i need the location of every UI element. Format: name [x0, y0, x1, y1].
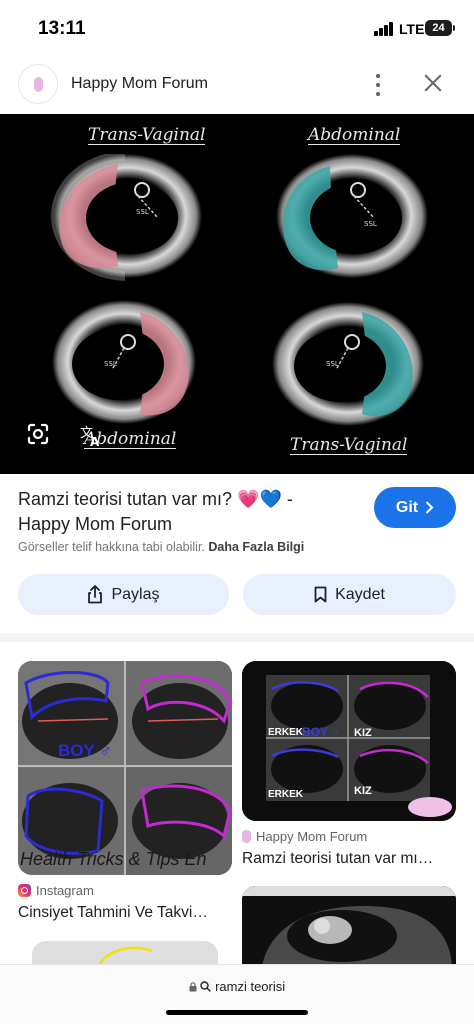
label-boy: BOY ♂	[302, 725, 341, 739]
related-image-1[interactable]: BOY ♂ Health Tricks & Tips En	[18, 661, 232, 875]
main-image[interactable]: SSL SSL SSL SSL Trans-Vaginal Abdominal …	[0, 114, 474, 474]
battery-tip	[453, 25, 455, 31]
network-type: LTE	[399, 21, 425, 37]
related-image-4-graphic	[242, 886, 456, 966]
site-logo-icon[interactable]	[18, 64, 58, 104]
bookmark-icon	[314, 586, 327, 603]
label-kiz-2: KIZ	[354, 785, 372, 797]
related-title-1[interactable]: Cinsiyet Tahmini Ve Takvi…	[18, 904, 208, 922]
url-bar[interactable]: ramzi teorisi	[0, 979, 474, 994]
svg-text:SSL: SSL	[326, 360, 339, 368]
signal-icon	[374, 22, 394, 36]
url-text: ramzi teorisi	[215, 979, 286, 994]
related-source-2-name: Happy Mom Forum	[256, 829, 368, 844]
label-kiz-1: KIZ	[354, 727, 372, 739]
section-divider	[0, 633, 474, 642]
label-erkek-1: ERKEK	[268, 727, 304, 738]
visit-button[interactable]: Git	[374, 487, 456, 528]
related-source-2: Happy Mom Forum	[242, 829, 367, 844]
result-title[interactable]: Ramzi teorisi tutan var mı? 💗💙 - Happy M…	[18, 487, 338, 537]
translate-icon[interactable]: 文 A	[79, 424, 103, 449]
image-viewer-header: Happy Mom Forum	[0, 56, 474, 114]
more-options-icon[interactable]	[369, 72, 387, 98]
related-image-1-graphic	[18, 661, 232, 875]
related-source-1-name: Instagram	[36, 883, 94, 898]
svg-text:SSL: SSL	[364, 220, 377, 228]
site-title[interactable]: Happy Mom Forum	[71, 75, 208, 93]
related-source-1: Instagram	[18, 883, 94, 898]
ultrasound-image: SSL SSL SSL SSL	[51, 154, 428, 426]
visit-button-label: Git	[395, 498, 419, 516]
copyright-text: Görseller telif hakkına tabi olabilir.	[18, 540, 205, 554]
label-erkek-2: ERKEK	[268, 789, 304, 800]
related-title-2[interactable]: Ramzi teorisi tutan var mı…	[242, 850, 433, 868]
status-time: 13:11	[38, 18, 86, 39]
boy-label: BOY ♂	[58, 741, 113, 760]
svg-text:SSL: SSL	[136, 208, 149, 216]
label-bottom-right: Trans-Vaginal	[290, 435, 408, 455]
google-lens-icon[interactable]	[26, 422, 50, 446]
happy-mom-icon	[242, 830, 251, 843]
label-top-left: Trans-Vaginal	[88, 125, 206, 145]
battery-icon: 24	[425, 20, 452, 36]
status-bar: 13:11 LTE 24	[0, 0, 474, 56]
more-info-link[interactable]: Daha Fazla Bilgi	[208, 540, 304, 554]
svg-text:A: A	[90, 435, 100, 448]
save-label: Kaydet	[335, 585, 385, 603]
share-button[interactable]: Paylaş	[18, 574, 229, 615]
share-label: Paylaş	[111, 585, 160, 603]
close-icon[interactable]	[420, 70, 446, 96]
related-image-4[interactable]	[242, 886, 456, 966]
share-icon	[88, 585, 103, 604]
watermark-text: Health Tricks & Tips En	[20, 849, 207, 869]
save-button[interactable]: Kaydet	[243, 574, 456, 615]
lock-icon	[189, 982, 197, 992]
copyright-notice: Görseller telif hakkına tabi olabilir. D…	[18, 540, 304, 554]
label-top-right: Abdominal	[308, 125, 401, 145]
instagram-icon	[18, 884, 31, 897]
search-icon	[200, 981, 212, 992]
home-indicator[interactable]	[166, 1010, 308, 1015]
related-image-2[interactable]: ERKEK BOY ♂ KIZ ERKEK KIZ	[242, 661, 456, 821]
svg-text:SSL: SSL	[104, 360, 117, 368]
chevron-right-icon	[426, 501, 434, 514]
browser-bottom-bar: ramzi teorisi	[0, 964, 474, 1024]
